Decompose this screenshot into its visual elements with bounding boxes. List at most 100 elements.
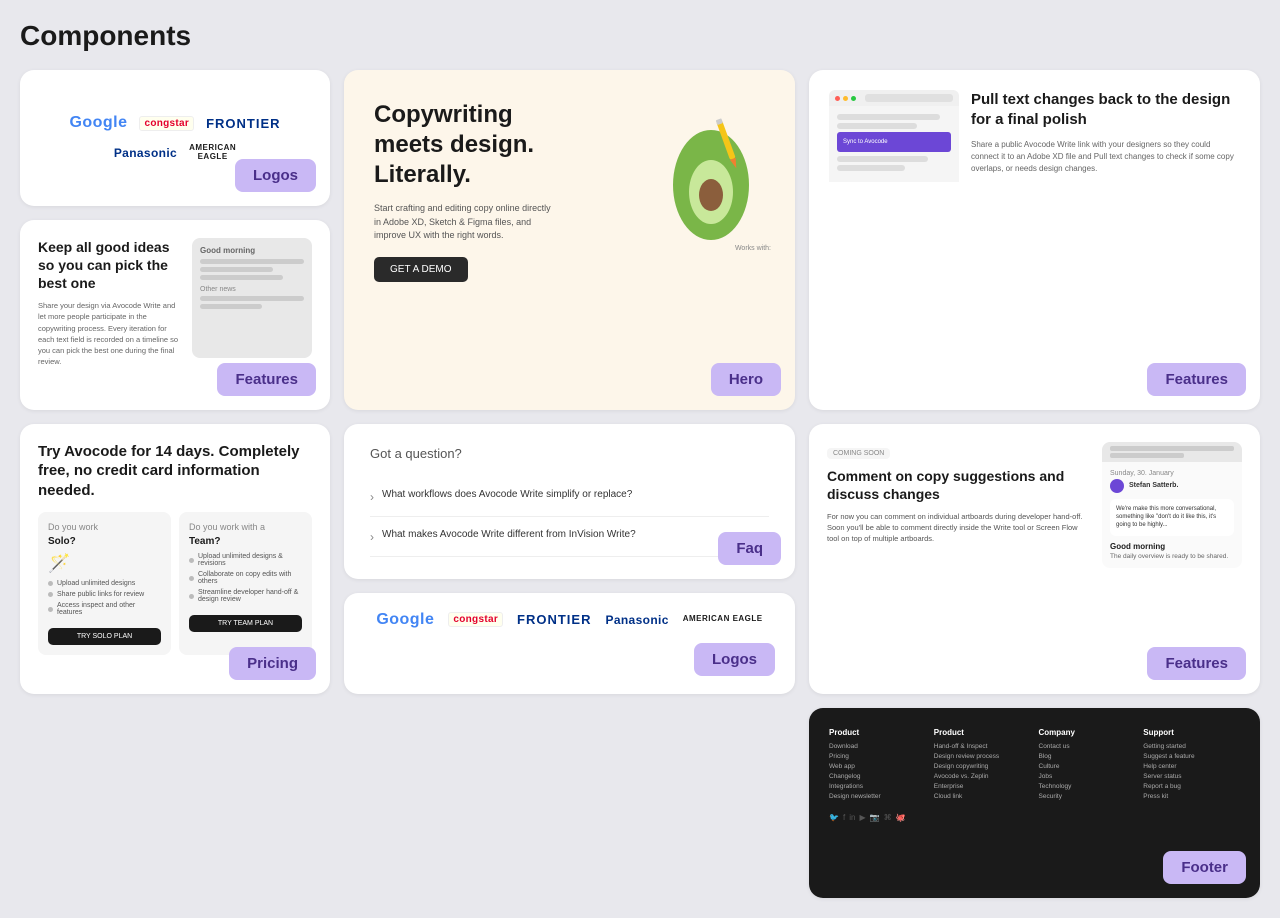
footer-product2-col: Product Hand-off & Inspect Design review… <box>934 728 1039 803</box>
footer-social-row: 🐦 f in ▶ 📷 ⌘ 🐙 <box>829 813 1240 822</box>
footer-link-webapp[interactable]: Web app <box>829 763 926 770</box>
logo2-congstar: congstar <box>448 612 503 627</box>
logos2-badge: Logos <box>694 643 775 676</box>
footer-link-culture[interactable]: Culture <box>1039 763 1136 770</box>
features2-headline: Keep all good ideas so you can pick the … <box>38 238 182 293</box>
features3-badge: Features <box>1147 647 1246 680</box>
footer-card: Product Download Pricing Web app Changel… <box>809 708 1260 898</box>
features-card-2: Keep all good ideas so you can pick the … <box>20 220 330 410</box>
logos-card-1: Google congstar FRONTIER Panasonic AMERI… <box>20 70 330 206</box>
hero-description: Start crafting and editing copy online d… <box>374 202 559 243</box>
footer-link-cloudlink[interactable]: Cloud link <box>934 793 1031 800</box>
solo-plan-button[interactable]: TRY SOLO PLAN <box>48 628 161 645</box>
faq-item-2[interactable]: › What makes Avocode Write different fro… <box>370 517 769 557</box>
logo2-american-eagle: AMERICAN EAGLE <box>683 615 763 624</box>
features-card-3: COMING SOON Comment on copy suggestions … <box>809 424 1260 694</box>
page-title: Components <box>20 20 1260 52</box>
footer-link-press[interactable]: Press kit <box>1143 793 1240 800</box>
pricing-card: Try Avocode for 14 days. Completely free… <box>20 424 330 694</box>
footer-product-col: Product Download Pricing Web app Changel… <box>829 728 934 803</box>
faq-text-1: What workflows does Avocode Write simpli… <box>382 489 632 500</box>
logos-card-2: Google congstar FRONTIER Panasonic AMERI… <box>344 593 795 694</box>
footer-link-getting-started[interactable]: Getting started <box>1143 743 1240 750</box>
pricing-solo-column: Do you work Solo? 🪄 Upload unlimited des… <box>38 512 171 655</box>
logo-frontier: FRONTIER <box>206 116 280 131</box>
footer-link-download[interactable]: Download <box>829 743 926 750</box>
pricing-columns: Do you work Solo? 🪄 Upload unlimited des… <box>38 512 312 655</box>
features3-text: COMING SOON Comment on copy suggestions … <box>827 442 1090 545</box>
features1-headline: Pull text changes back to the design for… <box>971 90 1240 129</box>
footer-link-vs-zeplin[interactable]: Avocode vs. Zeplin <box>934 773 1031 780</box>
faq-item-1[interactable]: › What workflows does Avocode Write simp… <box>370 477 769 517</box>
features3-headline: Comment on copy suggestions and discuss … <box>827 467 1090 503</box>
solo-feature-1: Upload unlimited designs <box>48 580 161 587</box>
team-feature-2: Collaborate on copy edits with others <box>189 571 302 585</box>
footer-link-pricing[interactable]: Pricing <box>829 753 926 760</box>
hero-cta-button[interactable]: GET A DEMO <box>374 257 468 282</box>
footer-badge: Footer <box>1163 851 1246 884</box>
features2-screenshot: Good morning Other news <box>192 238 312 358</box>
pricing-badge: Pricing <box>229 647 316 680</box>
faq-badge: Faq <box>718 532 781 565</box>
avocado-icon <box>661 100 761 250</box>
faq-arrow-icon: › <box>370 490 374 504</box>
team-plan-button[interactable]: TRY TEAM PLAN <box>189 615 302 632</box>
hero-text: Copywriting meets design. Literally. Sta… <box>374 100 559 282</box>
footer-link-jobs[interactable]: Jobs <box>1039 773 1136 780</box>
faq-question-label: Got a question? <box>370 446 769 461</box>
comment-date: Sunday, 30. January <box>1110 470 1234 477</box>
solo-feature-2: Share public links for review <box>48 591 161 598</box>
footer-link-contact[interactable]: Contact us <box>1039 743 1136 750</box>
features-card-1: Sync to Avocode Pull text changes back t… <box>809 70 1260 410</box>
footer-company-col: Company Contact us Blog Culture Jobs Tec… <box>1039 728 1144 803</box>
hero-badge: Hero <box>711 363 781 396</box>
footer-link-newsletter[interactable]: Design newsletter <box>829 793 926 800</box>
features2-badge: Features <box>217 363 316 396</box>
comment-sub: The daily overview is ready to be shared… <box>1110 553 1234 560</box>
faq-card: Got a question? › What workflows does Av… <box>344 424 795 579</box>
footer-link-suggest[interactable]: Suggest a feature <box>1143 753 1240 760</box>
logos-badge: Logos <box>235 159 316 192</box>
features3-screenshot: Sunday, 30. January Stefan Satterb. We'r… <box>1102 442 1242 568</box>
hero-illustration: Works with: <box>651 100 771 260</box>
logo-panasonic: Panasonic <box>114 146 177 160</box>
footer-link-blog[interactable]: Blog <box>1039 753 1136 760</box>
features1-description: Share a public Avocode Write link with y… <box>971 139 1240 175</box>
faq-arrow-icon-2: › <box>370 530 374 544</box>
coming-soon-badge: COMING SOON <box>827 448 890 459</box>
hero-works-with: Works with: <box>735 245 771 252</box>
logo-american-eagle: AMERICANEAGLE <box>189 144 236 162</box>
features2-text: Keep all good ideas so you can pick the … <box>38 238 182 368</box>
hero-card: Copywriting meets design. Literally. Sta… <box>344 70 795 410</box>
faq-text-2: What makes Avocode Write different from … <box>382 529 636 540</box>
footer-link-integrations[interactable]: Integrations <box>829 783 926 790</box>
logo2-google: Google <box>376 611 434 629</box>
solo-feature-3: Access inspect and other features <box>48 602 161 616</box>
features1-badge: Features <box>1147 363 1246 396</box>
features1-screenshot: Sync to Avocode <box>829 90 959 182</box>
footer-link-server[interactable]: Server status <box>1143 773 1240 780</box>
logo-google: Google <box>69 114 127 132</box>
footer-link-report[interactable]: Report a bug <box>1143 783 1240 790</box>
pricing-headline: Try Avocode for 14 days. Completely free… <box>38 442 312 501</box>
team-feature-1: Upload unlimited designs & revisions <box>189 553 302 567</box>
footer-support-col: Support Getting started Suggest a featur… <box>1143 728 1240 803</box>
comment-preview: We're make this more conversational, som… <box>1110 499 1234 536</box>
footer-link-review[interactable]: Design review process <box>934 753 1031 760</box>
features1-text: Pull text changes back to the design for… <box>971 90 1240 175</box>
features2-description: Share your design via Avocode Write and … <box>38 300 182 368</box>
logo-congstar: congstar <box>139 116 194 131</box>
pricing-team-column: Do you work with a Team? Upload unlimite… <box>179 512 312 655</box>
footer-link-copywriting[interactable]: Design copywriting <box>934 763 1031 770</box>
footer-link-handoff[interactable]: Hand-off & Inspect <box>934 743 1031 750</box>
footer-link-changelog[interactable]: Changelog <box>829 773 926 780</box>
solo-icon: 🪄 <box>48 553 161 574</box>
comment-name: Good morning <box>1110 542 1234 551</box>
footer-link-technology[interactable]: Technology <box>1039 783 1136 790</box>
footer-link-help[interactable]: Help center <box>1143 763 1240 770</box>
features3-description: For now you can comment on individual ar… <box>827 511 1090 545</box>
footer-content: Product Download Pricing Web app Changel… <box>829 728 1240 803</box>
footer-link-security[interactable]: Security <box>1039 793 1136 800</box>
footer-link-enterprise[interactable]: Enterprise <box>934 783 1031 790</box>
logo2-frontier: FRONTIER <box>517 612 591 627</box>
